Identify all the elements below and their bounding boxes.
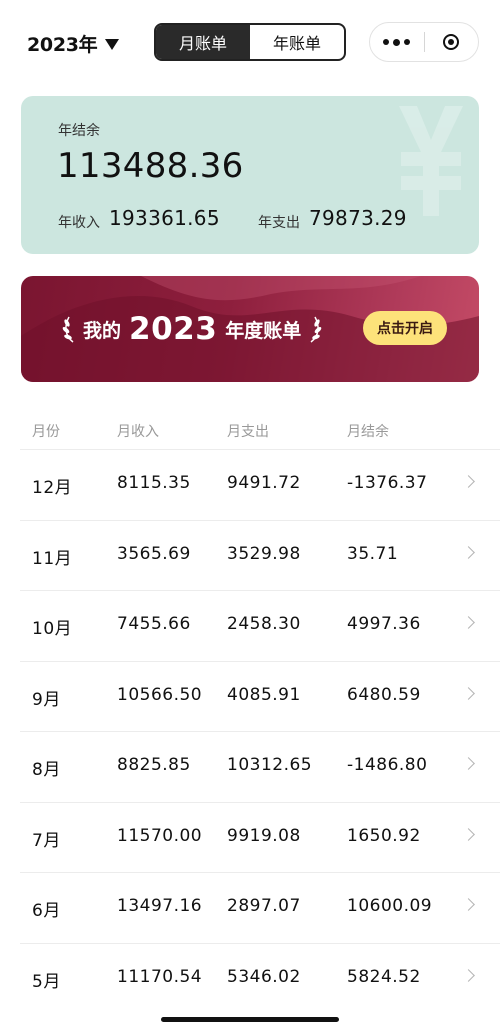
home-indicator[interactable] xyxy=(161,1017,339,1022)
row-balance: -1486.80 xyxy=(347,755,428,775)
laurel-left-icon xyxy=(62,316,74,343)
header-expense: 月支出 xyxy=(227,424,269,440)
row-balance: 5824.52 xyxy=(347,966,421,987)
row-month: 12月 xyxy=(32,478,73,498)
close-target-icon[interactable] xyxy=(424,23,478,61)
row-month: 10月 xyxy=(32,619,73,639)
row-balance: 1650.92 xyxy=(347,825,421,846)
chevron-right-icon xyxy=(462,545,475,559)
year-balance-label: 年结余 xyxy=(58,123,100,139)
chevron-right-icon xyxy=(462,898,475,911)
row-balance: 10600.09 xyxy=(347,896,433,916)
row-income: 10566.50 xyxy=(117,684,203,705)
row-income: 13497.16 xyxy=(117,896,203,916)
table-header: 月份 月收入 月支出 月结余 xyxy=(0,415,500,445)
banner-prefix: 我的 xyxy=(83,319,122,342)
bill-type-tabs: 月账单 年账单 xyxy=(154,23,346,61)
header-balance: 月结余 xyxy=(347,424,389,440)
more-icon[interactable] xyxy=(370,23,424,61)
row-month: 11月 xyxy=(32,548,73,569)
banner-suffix: 年度账单 xyxy=(225,319,302,342)
row-month: 8月 xyxy=(32,760,61,780)
row-income: 8115.35 xyxy=(117,473,191,493)
chevron-right-icon xyxy=(462,475,475,488)
table-row[interactable]: 7月 11570.00 9919.08 1650.92 xyxy=(0,801,500,873)
laurel-right-icon xyxy=(310,316,322,343)
table-row[interactable]: 5月 11170.54 5346.02 5824.52 xyxy=(0,942,500,1014)
row-income: 11570.00 xyxy=(117,825,203,846)
row-balance: 35.71 xyxy=(347,543,399,564)
monthly-list: 12月 8115.35 9491.72 -1376.37 11月 3565.69… xyxy=(0,449,500,1013)
row-balance: 6480.59 xyxy=(347,684,421,705)
top-bar: 2023年 月账单 年账单 xyxy=(0,0,500,86)
row-month: 7月 xyxy=(32,830,61,851)
chevron-right-icon xyxy=(462,616,475,629)
row-expense: 3529.98 xyxy=(227,543,301,564)
yen-icon xyxy=(399,106,463,216)
row-income: 3565.69 xyxy=(117,543,191,564)
table-row[interactable]: 11月 3565.69 3529.98 35.71 xyxy=(0,519,500,591)
row-expense: 9919.08 xyxy=(227,825,301,846)
caret-down-icon xyxy=(105,38,120,50)
row-balance: -1376.37 xyxy=(347,473,428,493)
year-income-value: 193361.65 xyxy=(109,206,220,230)
row-expense: 2897.07 xyxy=(227,896,301,916)
row-month: 5月 xyxy=(32,971,61,992)
chevron-right-icon xyxy=(462,686,475,700)
row-balance: 4997.36 xyxy=(347,614,421,634)
row-expense: 5346.02 xyxy=(227,966,301,987)
year-selector-label: 2023年 xyxy=(27,33,98,56)
table-row[interactable]: 10月 7455.66 2458.30 4997.36 xyxy=(0,590,500,661)
row-income: 7455.66 xyxy=(117,614,191,634)
banner-title: 我的 2023 年度账单 xyxy=(61,304,323,354)
row-income: 11170.54 xyxy=(117,966,203,987)
miniprogram-capsule xyxy=(369,22,479,62)
year-expense-value: 79873.29 xyxy=(309,206,407,230)
row-month: 9月 xyxy=(32,689,61,710)
table-row[interactable]: 12月 8115.35 9491.72 -1376.37 xyxy=(0,449,500,520)
year-income-label: 年收入 xyxy=(58,215,100,231)
row-expense: 4085.91 xyxy=(227,684,301,705)
chevron-right-icon xyxy=(462,827,475,841)
tab-monthly-bill[interactable]: 月账单 xyxy=(156,25,250,59)
year-balance-value: 113488.36 xyxy=(57,146,244,186)
year-expense-label: 年支出 xyxy=(258,215,300,231)
table-row[interactable]: 6月 13497.16 2897.07 10600.09 xyxy=(0,872,500,943)
row-expense: 9491.72 xyxy=(227,473,301,493)
chevron-right-icon xyxy=(462,968,475,982)
row-expense: 10312.65 xyxy=(227,755,313,775)
table-row[interactable]: 8月 8825.85 10312.65 -1486.80 xyxy=(0,731,500,802)
row-expense: 2458.30 xyxy=(227,614,301,634)
table-row[interactable]: 9月 10566.50 4085.91 6480.59 xyxy=(0,660,500,732)
tab-yearly-bill[interactable]: 年账单 xyxy=(250,25,344,59)
open-report-button[interactable]: 点击开启 xyxy=(363,311,447,345)
year-selector[interactable]: 2023年 xyxy=(27,28,120,58)
header-income: 月收入 xyxy=(117,424,159,440)
banner-year: 2023 xyxy=(129,311,218,347)
row-month: 6月 xyxy=(32,901,61,921)
header-month: 月份 xyxy=(32,424,60,440)
year-summary-card: 年结余 113488.36 年收入 193361.65 年支出 79873.29 xyxy=(21,96,479,254)
annual-report-banner[interactable]: 我的 2023 年度账单 点击开启 xyxy=(21,276,479,382)
row-income: 8825.85 xyxy=(117,755,191,775)
chevron-right-icon xyxy=(462,757,475,770)
